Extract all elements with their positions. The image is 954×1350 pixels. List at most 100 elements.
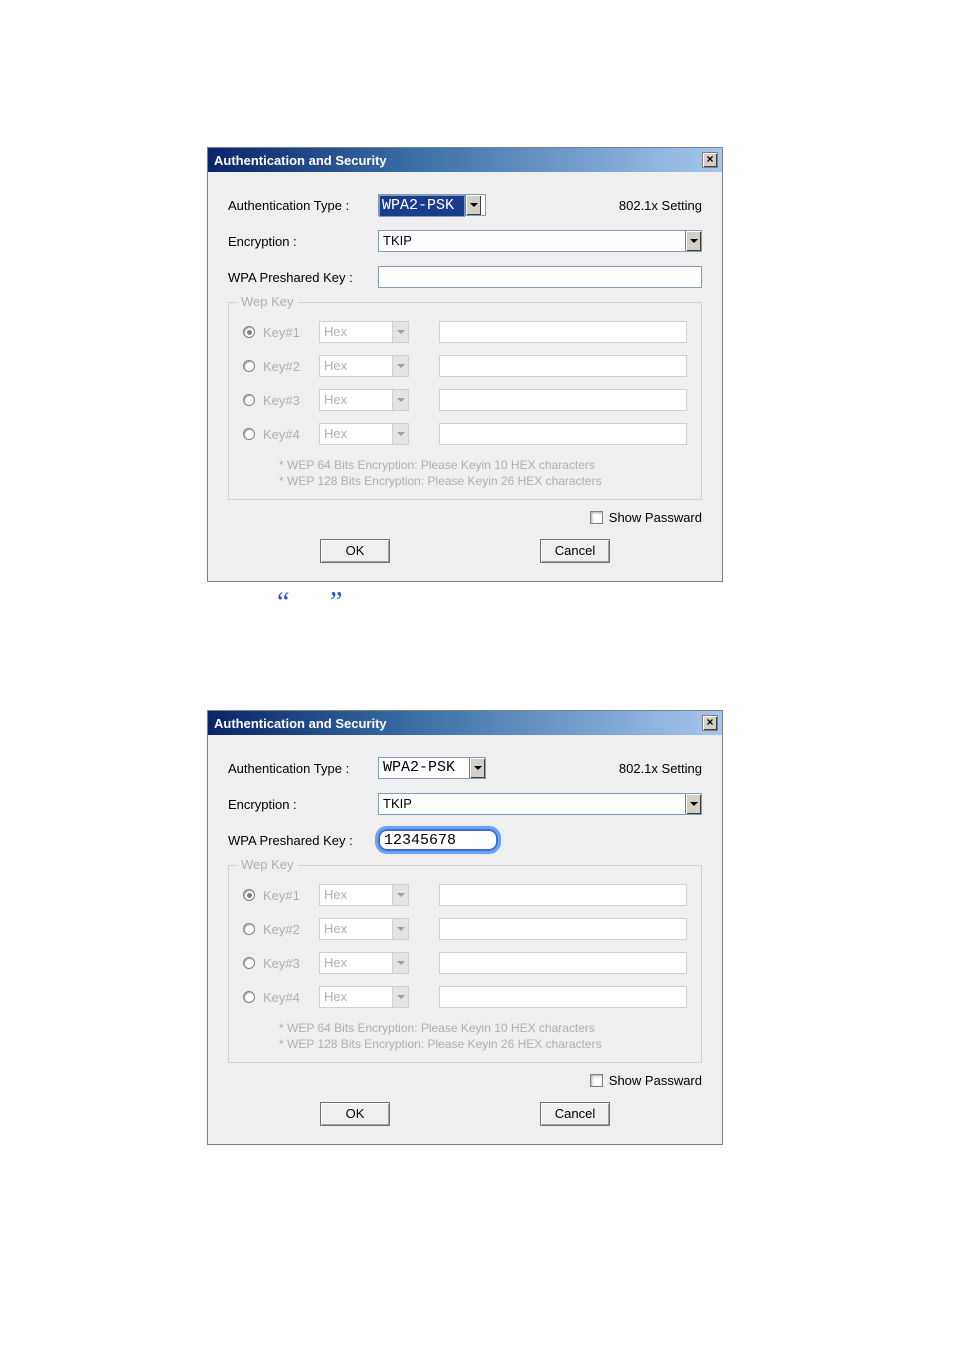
- wep-key-format-select[interactable]: Hex: [319, 884, 409, 906]
- chevron-down-icon[interactable]: [392, 953, 408, 973]
- wep-key-label: Key#4: [263, 990, 319, 1005]
- wep-key-row: Key#2Hex: [243, 918, 687, 940]
- auth-type-label: Authentication Type :: [228, 761, 378, 776]
- wep-key-input[interactable]: [439, 423, 687, 445]
- wep-hint-64: * WEP 64 Bits Encryption: Please Keyin 1…: [279, 457, 687, 473]
- wep-key-row: Key#4Hex: [243, 423, 687, 445]
- wep-key-radio[interactable]: [243, 360, 255, 372]
- encryption-value: TKIP: [379, 231, 685, 251]
- wep-key-format-value: Hex: [320, 919, 392, 939]
- 8021x-setting-button[interactable]: 802.1x Setting: [619, 761, 702, 776]
- cancel-button[interactable]: Cancel: [540, 1102, 610, 1126]
- auth-type-value: WPA2-PSK: [379, 758, 469, 778]
- wep-key-row: Key#1Hex: [243, 321, 687, 343]
- auth-type-select[interactable]: WPA2-PSK: [378, 757, 486, 779]
- wep-key-radio[interactable]: [243, 923, 255, 935]
- wep-key-input[interactable]: [439, 389, 687, 411]
- chevron-down-icon[interactable]: [392, 424, 408, 444]
- wpa-preshared-key-input[interactable]: [378, 829, 498, 851]
- wep-key-group: Wep Key Key#1HexKey#2HexKey#3HexKey#4Hex…: [228, 302, 702, 500]
- show-password-label: Show Passward: [609, 510, 702, 525]
- close-icon[interactable]: ×: [702, 715, 718, 731]
- chevron-down-icon[interactable]: [392, 987, 408, 1007]
- wep-key-format-select[interactable]: Hex: [319, 389, 409, 411]
- 8021x-setting-button[interactable]: 802.1x Setting: [619, 198, 702, 213]
- chevron-down-icon[interactable]: [685, 794, 701, 814]
- chevron-down-icon[interactable]: [392, 322, 408, 342]
- wep-key-input[interactable]: [439, 918, 687, 940]
- wep-key-row: Key#1Hex: [243, 884, 687, 906]
- wep-key-radio[interactable]: [243, 326, 255, 338]
- wep-key-group-title: Wep Key: [237, 294, 298, 309]
- encryption-label: Encryption :: [228, 797, 378, 812]
- wep-key-format-value: Hex: [320, 953, 392, 973]
- wep-key-label: Key#3: [263, 393, 319, 408]
- show-password-checkbox[interactable]: [590, 511, 603, 524]
- encryption-label: Encryption :: [228, 234, 378, 249]
- wep-key-row: Key#4Hex: [243, 986, 687, 1008]
- wep-key-input[interactable]: [439, 321, 687, 343]
- wpa-key-label: WPA Preshared Key :: [228, 270, 378, 285]
- titlebar[interactable]: Authentication and Security ×: [208, 711, 722, 735]
- wep-key-format-value: Hex: [320, 885, 392, 905]
- quote-left: “: [277, 587, 289, 619]
- wep-key-label: Key#3: [263, 956, 319, 971]
- wep-key-row: Key#3Hex: [243, 952, 687, 974]
- ok-button[interactable]: OK: [320, 1102, 390, 1126]
- chevron-down-icon[interactable]: [465, 195, 481, 215]
- show-password-checkbox[interactable]: [590, 1074, 603, 1087]
- wep-key-label: Key#2: [263, 922, 319, 937]
- wep-key-format-select[interactable]: Hex: [319, 952, 409, 974]
- wep-key-label: Key#4: [263, 427, 319, 442]
- encryption-select[interactable]: TKIP: [378, 230, 702, 252]
- auth-type-label: Authentication Type :: [228, 198, 378, 213]
- wpa-key-label: WPA Preshared Key :: [228, 833, 378, 848]
- chevron-down-icon[interactable]: [685, 231, 701, 251]
- wep-hint-64: * WEP 64 Bits Encryption: Please Keyin 1…: [279, 1020, 687, 1036]
- chevron-down-icon[interactable]: [392, 919, 408, 939]
- dialog-title: Authentication and Security: [214, 716, 702, 731]
- wep-key-input[interactable]: [439, 986, 687, 1008]
- wep-key-radio[interactable]: [243, 957, 255, 969]
- wep-key-format-value: Hex: [320, 390, 392, 410]
- wep-key-input[interactable]: [439, 952, 687, 974]
- wep-key-format-select[interactable]: Hex: [319, 355, 409, 377]
- encryption-value: TKIP: [379, 794, 685, 814]
- wep-hint-128: * WEP 128 Bits Encryption: Please Keyin …: [279, 473, 687, 489]
- wep-key-radio[interactable]: [243, 394, 255, 406]
- wep-key-label: Key#1: [263, 888, 319, 903]
- wep-key-radio[interactable]: [243, 991, 255, 1003]
- cancel-button[interactable]: Cancel: [540, 539, 610, 563]
- ok-button[interactable]: OK: [320, 539, 390, 563]
- wep-key-format-select[interactable]: Hex: [319, 321, 409, 343]
- titlebar[interactable]: Authentication and Security ×: [208, 148, 722, 172]
- show-password-label: Show Passward: [609, 1073, 702, 1088]
- auth-type-value: WPA2-PSK: [379, 195, 465, 217]
- wpa-preshared-key-input[interactable]: [378, 266, 702, 288]
- chevron-down-icon[interactable]: [469, 758, 485, 778]
- wep-hint-128: * WEP 128 Bits Encryption: Please Keyin …: [279, 1036, 687, 1052]
- auth-security-dialog-2: Authentication and Security × Authentica…: [207, 710, 723, 1145]
- auth-type-select[interactable]: WPA2-PSK: [378, 194, 486, 216]
- close-icon[interactable]: ×: [702, 152, 718, 168]
- wep-key-radio[interactable]: [243, 428, 255, 440]
- wep-key-group-title: Wep Key: [237, 857, 298, 872]
- wep-key-input[interactable]: [439, 355, 687, 377]
- wep-key-label: Key#1: [263, 325, 319, 340]
- wep-key-input[interactable]: [439, 884, 687, 906]
- encryption-select[interactable]: TKIP: [378, 793, 702, 815]
- wep-key-format-value: Hex: [320, 322, 392, 342]
- wep-key-row: Key#2Hex: [243, 355, 687, 377]
- chevron-down-icon[interactable]: [392, 390, 408, 410]
- wep-key-format-value: Hex: [320, 424, 392, 444]
- wep-key-label: Key#2: [263, 359, 319, 374]
- chevron-down-icon[interactable]: [392, 885, 408, 905]
- chevron-down-icon[interactable]: [392, 356, 408, 376]
- wep-key-format-select[interactable]: Hex: [319, 918, 409, 940]
- auth-security-dialog-1: Authentication and Security × Authentica…: [207, 147, 723, 582]
- wep-key-format-select[interactable]: Hex: [319, 986, 409, 1008]
- wep-key-radio[interactable]: [243, 889, 255, 901]
- wep-key-format-select[interactable]: Hex: [319, 423, 409, 445]
- wep-key-format-value: Hex: [320, 356, 392, 376]
- dialog-title: Authentication and Security: [214, 153, 702, 168]
